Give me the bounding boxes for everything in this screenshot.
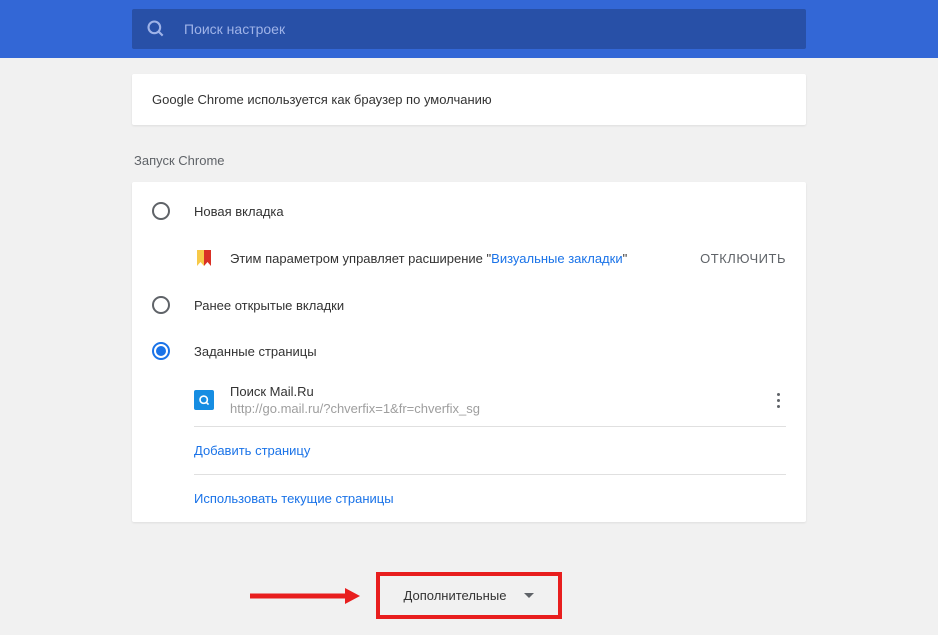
radio-new-tab[interactable]: Новая вкладка bbox=[132, 188, 806, 234]
search-icon bbox=[146, 19, 166, 39]
header-bar bbox=[0, 0, 938, 58]
advanced-expand-button[interactable]: Дополнительные bbox=[376, 572, 563, 619]
expand-label: Дополнительные bbox=[404, 588, 507, 603]
add-page-link[interactable]: Добавить страницу bbox=[132, 427, 806, 474]
expand-section: Дополнительные bbox=[132, 572, 806, 619]
radio-label: Ранее открытые вкладки bbox=[194, 298, 344, 313]
radio-icon bbox=[152, 296, 170, 314]
startup-page-row: Поиск Mail.Ru http://go.mail.ru/?chverfi… bbox=[132, 374, 806, 426]
content-area: Google Chrome используется как браузер п… bbox=[0, 74, 938, 619]
extension-link[interactable]: Визуальные закладки bbox=[491, 251, 622, 266]
ext-suffix: " bbox=[623, 251, 628, 266]
radio-continue[interactable]: Ранее открытые вкладки bbox=[132, 282, 806, 328]
page-info: Поиск Mail.Ru http://go.mail.ru/?chverfi… bbox=[230, 384, 771, 416]
search-input[interactable] bbox=[184, 21, 792, 37]
extension-notice-text: Этим параметром управляет расширение "Ви… bbox=[230, 251, 700, 266]
annotation-arrow-icon bbox=[250, 586, 360, 606]
default-browser-text: Google Chrome используется как браузер п… bbox=[152, 92, 492, 107]
page-name: Поиск Mail.Ru bbox=[230, 384, 771, 399]
bookmark-extension-icon bbox=[194, 248, 214, 268]
search-bar[interactable] bbox=[132, 9, 806, 49]
radio-specific[interactable]: Заданные страницы bbox=[132, 328, 806, 374]
ext-prefix: Этим параметром управляет расширение " bbox=[230, 251, 491, 266]
startup-card: Новая вкладка Этим параметром управляет … bbox=[132, 182, 806, 522]
chevron-down-icon bbox=[524, 593, 534, 598]
extension-notice-row: Этим параметром управляет расширение "Ви… bbox=[132, 234, 806, 282]
radio-icon bbox=[152, 202, 170, 220]
radio-label: Новая вкладка bbox=[194, 204, 284, 219]
mailru-search-icon bbox=[194, 390, 214, 410]
startup-section-title: Запуск Chrome bbox=[132, 153, 806, 168]
default-browser-card: Google Chrome используется как браузер п… bbox=[132, 74, 806, 125]
radio-icon bbox=[152, 342, 170, 360]
page-url: http://go.mail.ru/?chverfix=1&fr=chverfi… bbox=[230, 401, 771, 416]
more-options-button[interactable] bbox=[771, 387, 786, 414]
disable-extension-button[interactable]: ОТКЛЮЧИТЬ bbox=[700, 251, 786, 266]
radio-label: Заданные страницы bbox=[194, 344, 317, 359]
use-current-pages-link[interactable]: Использовать текущие страницы bbox=[132, 475, 806, 522]
